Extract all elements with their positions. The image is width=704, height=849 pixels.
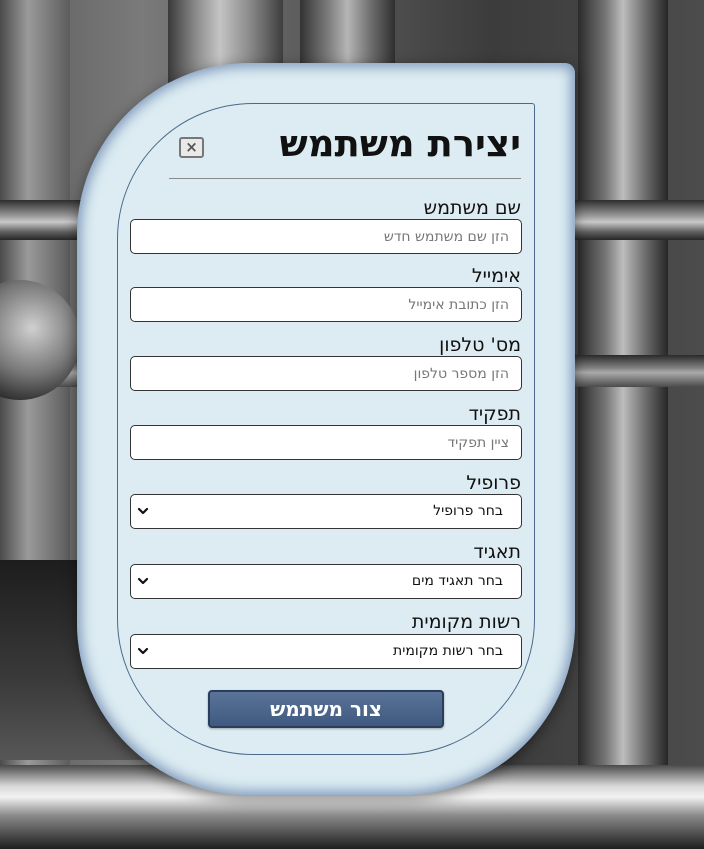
phone-label: מס' טלפון xyxy=(439,334,521,356)
phone-input[interactable] xyxy=(130,356,522,391)
form-title: יצירת משתמש xyxy=(279,122,521,165)
role-input[interactable] xyxy=(130,425,522,460)
profile-label: פרופיל xyxy=(466,472,521,494)
local-authority-label: רשות מקומית xyxy=(411,611,521,633)
email-input[interactable] xyxy=(130,287,522,322)
local-authority-select-value: בחר רשות מקומית xyxy=(393,643,503,659)
close-button[interactable]: × xyxy=(179,137,204,158)
username-input[interactable] xyxy=(130,219,522,254)
role-label: תפקיד xyxy=(468,403,521,425)
local-authority-select[interactable]: בחר רשות מקומית xyxy=(130,634,522,669)
title-divider xyxy=(169,178,521,179)
chevron-down-icon xyxy=(137,647,149,655)
username-label: שם משתמש xyxy=(423,197,521,219)
profile-select[interactable]: בחר פרופיל xyxy=(130,494,522,529)
close-icon: × xyxy=(185,138,198,156)
email-label: אימייל xyxy=(471,265,521,287)
corporation-select[interactable]: בחר תאגיד מים xyxy=(130,564,522,599)
chevron-down-icon xyxy=(137,507,149,515)
background-pipe xyxy=(578,0,668,849)
corporation-select-value: בחר תאגיד מים xyxy=(411,573,503,589)
profile-select-value: בחר פרופיל xyxy=(433,503,503,519)
create-user-button[interactable]: צור משתמש xyxy=(208,690,444,728)
corporation-label: תאגיד xyxy=(473,541,521,563)
chevron-down-icon xyxy=(137,577,149,585)
